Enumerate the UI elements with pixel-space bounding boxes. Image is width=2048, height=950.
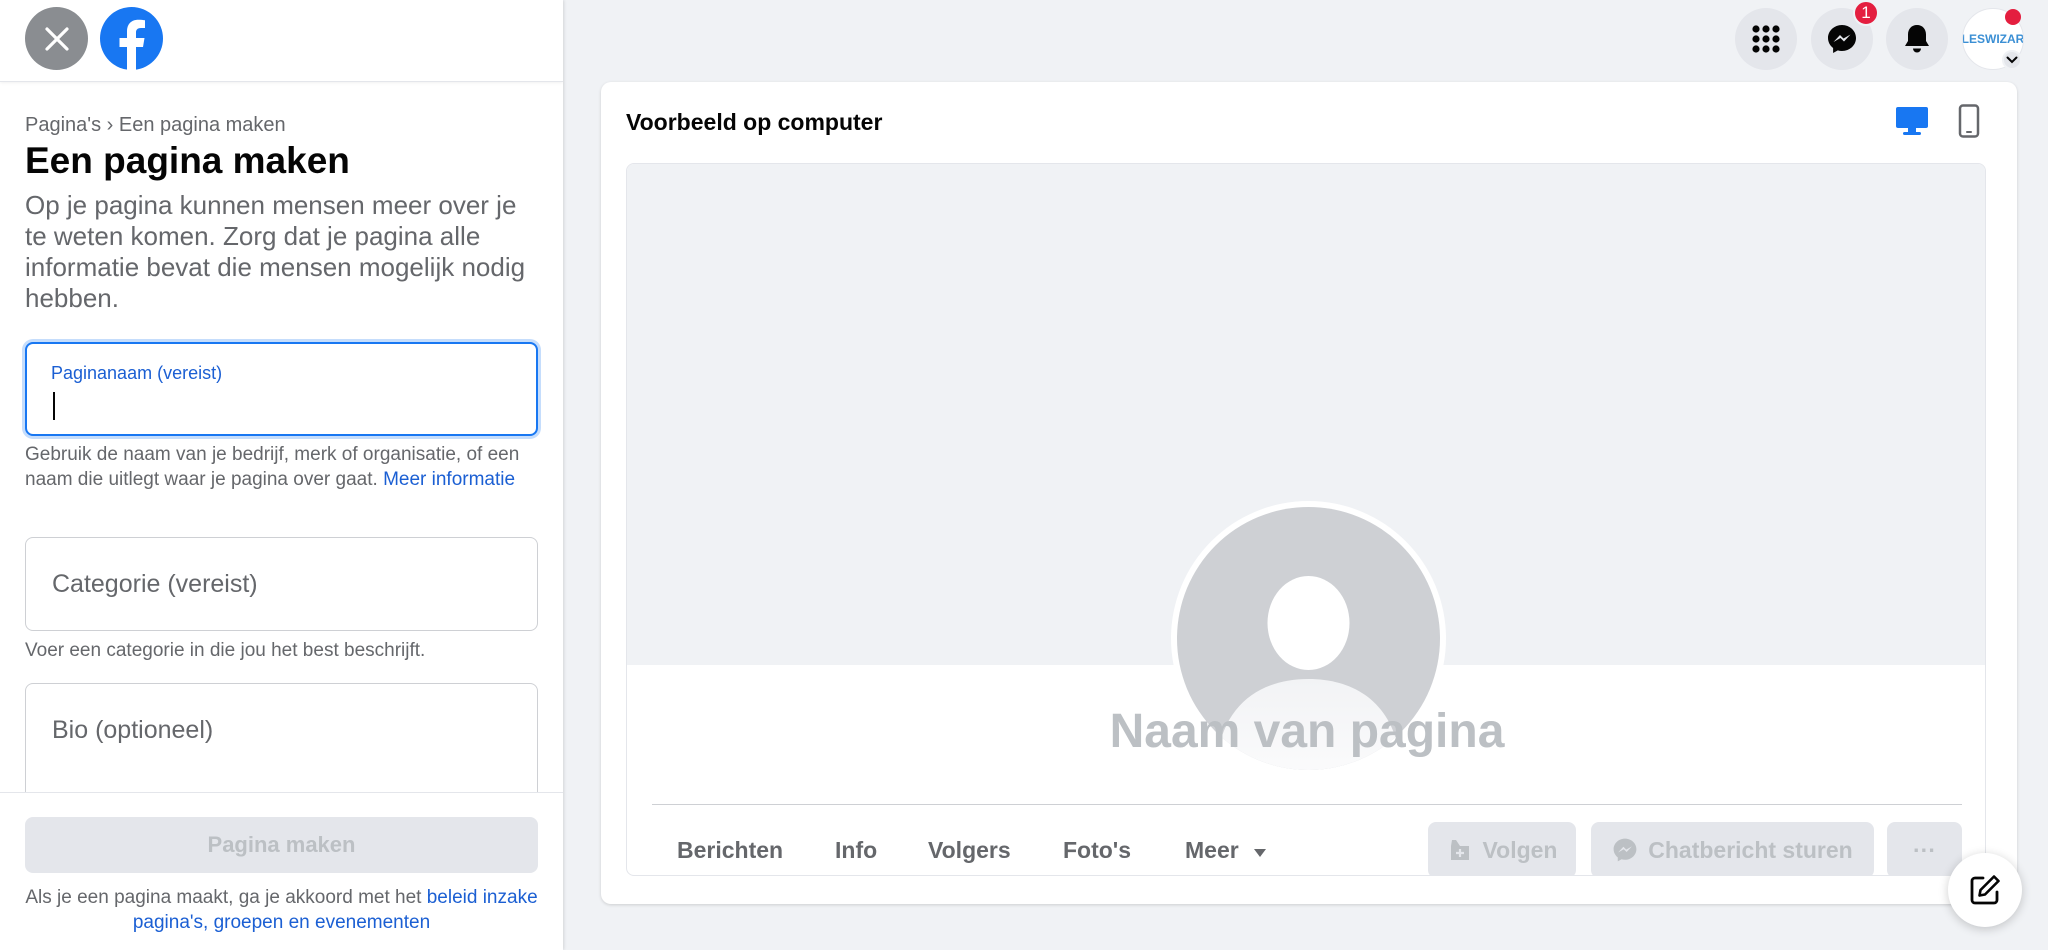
tab-posts[interactable]: Berichten <box>677 837 783 864</box>
send-message-button[interactable]: Chatbericht sturen <box>1591 822 1874 875</box>
close-icon <box>44 26 69 51</box>
tab-info[interactable]: Info <box>835 837 877 864</box>
page-name-preview: Naam van pagina <box>1109 705 1505 758</box>
page-name-label: Paginanaam (vereist) <box>51 363 223 383</box>
menu-button[interactable] <box>1735 8 1797 70</box>
page-title: Een pagina maken <box>25 140 350 181</box>
breadcrumb-parent[interactable]: Pagina's <box>25 114 101 136</box>
desktop-preview-button[interactable] <box>1895 106 1929 141</box>
page-preview: Naam van pagina Berichten Info Volgers F… <box>626 163 1986 876</box>
close-button[interactable] <box>25 7 88 70</box>
bio-placeholder: Bio (optioneel) <box>52 716 214 744</box>
more-options-button[interactable]: ··· <box>1887 822 1962 875</box>
facebook-logo-icon[interactable] <box>100 7 163 70</box>
avatar-notification-dot <box>2005 9 2021 25</box>
follow-button[interactable]: Volgen <box>1428 822 1576 875</box>
page-name-help: Gebruik de naam van je bedrijf, merk of … <box>25 442 545 492</box>
tab-more-label: Meer <box>1185 837 1239 863</box>
compose-icon <box>1970 875 2000 905</box>
messenger-badge: 1 <box>1853 0 1879 26</box>
panel-header <box>0 0 563 82</box>
more-info-link[interactable]: Meer informatie <box>383 469 515 490</box>
desktop-icon <box>1896 107 1928 135</box>
mobile-phone-icon <box>1958 104 1980 138</box>
send-message-label: Chatbericht sturen <box>1648 836 1853 863</box>
page-name-input[interactable]: Paginanaam (vereist) <box>25 342 538 436</box>
breadcrumb-current: Een pagina maken <box>118 114 286 136</box>
divider <box>652 804 1962 805</box>
create-page-button[interactable]: Pagina maken <box>25 817 538 873</box>
create-page-panel: Pagina's › Een pagina maken Een pagina m… <box>0 0 563 950</box>
terms-text: Als je een pagina maakt, ga je akkoord m… <box>25 885 538 935</box>
follow-button-label: Volgen <box>1482 836 1558 863</box>
breadcrumb: Pagina's › Een pagina maken <box>25 114 286 137</box>
page-description: Op je pagina kunnen mensen meer over je … <box>25 190 526 313</box>
more-options-icon: ··· <box>1913 836 1936 863</box>
preview-title: Voorbeeld op computer <box>626 109 883 135</box>
new-message-button[interactable] <box>1948 853 2022 927</box>
follow-page-icon <box>1450 840 1469 860</box>
mobile-preview-button[interactable] <box>1958 104 1980 143</box>
text-caret <box>53 392 55 420</box>
bell-icon <box>1905 25 1929 53</box>
account-menu-button[interactable] <box>2002 50 2022 70</box>
tab-photos[interactable]: Foto's <box>1063 837 1131 864</box>
category-placeholder: Categorie (vereist) <box>52 570 258 598</box>
avatar-text: LESWIZAR <box>1962 32 2024 46</box>
category-input[interactable]: Categorie (vereist) <box>25 537 538 631</box>
bio-input[interactable]: Bio (optioneel) <box>25 683 538 792</box>
terms-prefix: Als je een pagina maakt, ga je akkoord m… <box>25 887 422 908</box>
grid-menu-icon <box>1752 25 1780 53</box>
messenger-icon <box>1613 838 1637 862</box>
panel-footer: Pagina maken Als je een pagina maakt, ga… <box>0 792 563 950</box>
chevron-down-icon <box>2006 56 2018 64</box>
tab-more[interactable]: Meer <box>1185 837 1267 864</box>
tab-followers[interactable]: Volgers <box>928 837 1011 864</box>
category-help: Voer een categorie in die jou het best b… <box>25 640 426 661</box>
preview-card: Voorbeeld op computer Naam van pagina Be… <box>601 82 2017 904</box>
breadcrumb-separator: › <box>106 114 114 136</box>
notifications-button[interactable] <box>1886 8 1948 70</box>
caret-down-icon <box>1254 849 1267 857</box>
form-scroll-area[interactable]: Pagina's › Een pagina maken Een pagina m… <box>0 82 563 792</box>
messenger-icon <box>1828 25 1856 53</box>
